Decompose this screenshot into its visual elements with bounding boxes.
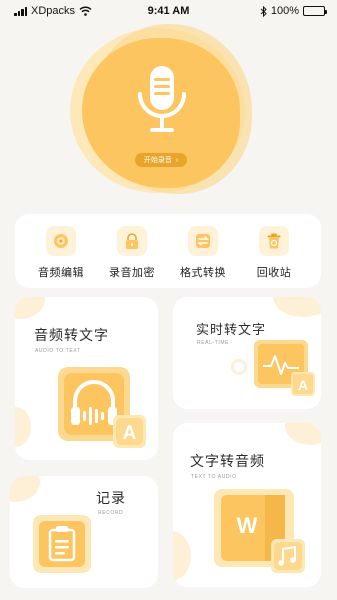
- tool-label: 音频编辑: [38, 267, 84, 279]
- tool-encrypt[interactable]: 录音加密: [102, 226, 162, 280]
- card-decoration: [15, 407, 31, 447]
- letter-badge: A: [123, 423, 137, 444]
- record-hero: 开始录音 ›: [60, 20, 280, 200]
- recycle-bin-icon: [259, 226, 289, 256]
- card-title: 实时转文字: [196, 322, 267, 337]
- letter-badge: W: [237, 513, 258, 538]
- card-decoration: [15, 297, 45, 319]
- headphones-icon: A: [58, 367, 146, 448]
- card-decoration: [10, 476, 40, 502]
- card-decoration: [231, 359, 247, 375]
- document-music-icon: W: [214, 489, 305, 573]
- start-recording-label: 开始录音: [143, 157, 172, 164]
- card-decoration: [273, 297, 321, 317]
- tools-card: 音频编辑 录音加密 格式转换 回收站: [15, 214, 321, 288]
- tool-label: 格式转换: [180, 267, 226, 279]
- card-record[interactable]: 记录 RECORD: [10, 476, 158, 588]
- audio-edit-icon: [46, 226, 76, 256]
- chevron-right-icon: ›: [175, 156, 179, 164]
- battery-percent: 100%: [270, 5, 299, 17]
- tool-audio-edit[interactable]: 音频编辑: [31, 226, 91, 280]
- convert-icon: [188, 226, 218, 256]
- card-decoration: [285, 423, 321, 445]
- bluetooth-icon: [260, 5, 267, 17]
- card-decoration: [173, 531, 191, 581]
- waveform-icon: A: [254, 340, 315, 396]
- microphone-icon[interactable]: [134, 64, 190, 142]
- tool-label: 回收站: [256, 267, 292, 279]
- card-audio-to-text[interactable]: 音频转文字 AUDIO TO TEXT A: [15, 297, 158, 460]
- status-right: 100%: [260, 5, 327, 17]
- tool-recycle-bin[interactable]: 回收站: [244, 226, 304, 280]
- tool-label: 录音加密: [109, 267, 155, 279]
- start-recording-button[interactable]: 开始录音 ›: [135, 153, 187, 167]
- card-title: 记录: [96, 490, 126, 506]
- clipboard-icon: [33, 515, 91, 573]
- lock-icon: [117, 226, 147, 256]
- card-title: 文字转音频: [190, 453, 265, 469]
- letter-badge: A: [298, 377, 308, 393]
- status-bar: XDpacks 9:41 AM 100%: [0, 0, 337, 22]
- card-text-to-audio[interactable]: 文字转音频 TEXT TO AUDIO W: [173, 423, 321, 587]
- card-realtime[interactable]: 实时转文字 REAL-TIME A: [173, 297, 321, 409]
- card-subtitle: RECORD: [98, 510, 124, 516]
- card-title: 音频转文字: [34, 327, 109, 343]
- battery-icon: [303, 6, 327, 16]
- card-subtitle: REAL-TIME: [197, 340, 230, 346]
- card-subtitle: AUDIO TO TEXT: [35, 348, 81, 354]
- tool-convert[interactable]: 格式转换: [173, 226, 233, 280]
- card-subtitle: TEXT TO AUDIO: [191, 474, 237, 480]
